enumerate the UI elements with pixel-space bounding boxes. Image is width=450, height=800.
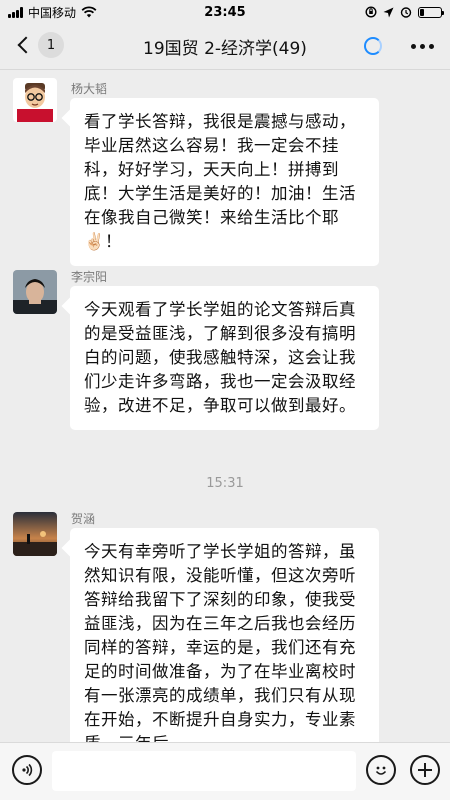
dot-icon	[429, 43, 434, 49]
time-divider: 15:31	[206, 476, 244, 491]
message-bubble[interactable]: 今天有幸旁听了学长学姐的答辩，虽然知识有限，没能听懂，但这次旁听答辩给我留下了深…	[70, 528, 379, 742]
alarm-icon	[400, 7, 412, 18]
more-options-button[interactable]	[411, 36, 434, 56]
loading-icon	[364, 37, 382, 55]
input-bar	[0, 742, 450, 800]
wifi-icon	[81, 6, 97, 18]
chat-header: 1 19国贸 2-经济学(49)	[0, 24, 450, 70]
sender-name: 杨大韬	[71, 82, 108, 96]
unread-badge: 1	[38, 32, 64, 58]
dot-icon	[420, 43, 425, 49]
sender-name: 李宗阳	[71, 270, 108, 284]
emoji-button[interactable]	[366, 755, 396, 785]
location-icon	[383, 7, 394, 17]
more-functions-button[interactable]	[410, 755, 440, 785]
avatar-cartoon-icon	[13, 78, 57, 122]
plus-icon	[424, 763, 426, 777]
status-bar: 中国移动 23:45	[0, 0, 450, 24]
voice-button[interactable]	[12, 755, 42, 785]
message-bubble[interactable]: 看了学长答辩，我很是震撼与感动，毕业居然这么容易！我一定会不挂科，好好学习，天天…	[70, 98, 379, 266]
avatar[interactable]	[13, 270, 57, 314]
back-button[interactable]: 1	[14, 32, 64, 58]
status-right	[365, 6, 444, 18]
dot-icon	[411, 43, 416, 49]
smiley-icon	[375, 766, 387, 775]
rotation-lock-icon	[365, 6, 377, 18]
avatar[interactable]	[13, 512, 57, 556]
voice-icon	[22, 763, 33, 777]
avatar-photo-icon	[13, 270, 57, 314]
message-list[interactable]: 杨大韬 看了学长答辩，我很是震撼与感动，毕业居然这么容易！我一定会不挂科，好好学…	[0, 70, 450, 742]
chevron-left-icon	[17, 36, 35, 54]
chat-title: 19国贸 2-经济学(49)	[143, 39, 307, 59]
message-input[interactable]	[52, 751, 356, 791]
avatar-photo-icon	[13, 512, 57, 556]
status-left: 中国移动	[8, 4, 97, 21]
sender-name: 贺涵	[71, 512, 96, 526]
battery-icon	[418, 6, 444, 18]
avatar[interactable]	[13, 78, 57, 122]
signal-icon	[8, 6, 23, 18]
message-bubble[interactable]: 今天观看了学长学姐的论文答辩后真的是受益匪浅，了解到很多没有搞明白的问题，使我感…	[70, 286, 379, 430]
carrier-label: 中国移动	[28, 5, 77, 20]
